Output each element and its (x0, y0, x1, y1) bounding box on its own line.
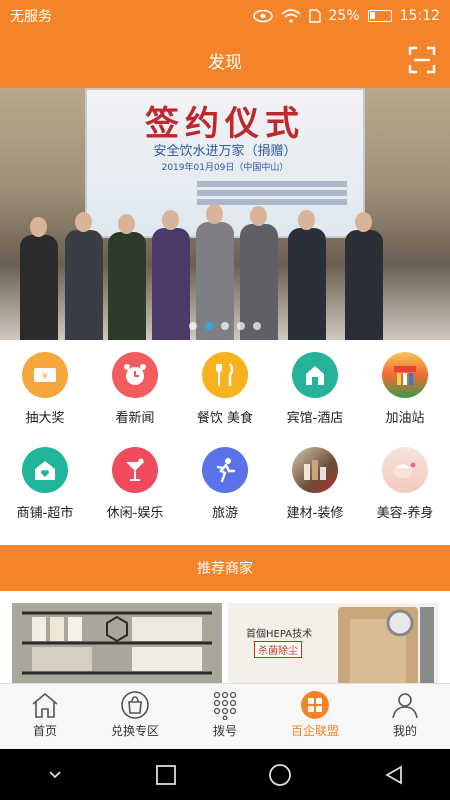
merchant-shelf-photo (12, 603, 222, 683)
banner-sponsor-lines (197, 178, 347, 208)
merchant-card[interactable] (12, 603, 222, 683)
home-circle-icon[interactable] (267, 762, 293, 788)
category-building-materials[interactable]: 建材-装修 (270, 443, 360, 538)
category-label: 抽大奖 (25, 411, 65, 426)
tab-label: 我的 (392, 724, 417, 738)
category-travel[interactable]: 旅游 (180, 443, 270, 538)
clock: 15:12 (399, 8, 440, 24)
tab-mine[interactable]: 我的 (360, 684, 450, 749)
tab-alliance[interactable]: 百企联盟 (270, 684, 360, 749)
merchant-list: 首個HEPA技术 杀菌除尘 (0, 591, 450, 683)
category-label: 餐饮 美食 (196, 411, 254, 426)
building-materials-photo-icon (292, 447, 338, 493)
spa-face-photo-icon (382, 447, 428, 493)
banner-people-photo (0, 204, 450, 340)
tab-label: 拨号 (212, 724, 237, 738)
wifi-icon (280, 9, 301, 23)
scan-icon[interactable] (408, 46, 436, 74)
category-lottery[interactable]: ¥ 抽大奖 (0, 348, 90, 443)
category-label: 宾馆-酒店 (286, 411, 344, 426)
merchant-tag: 杀菌除尘 (254, 641, 302, 658)
banner-carousel[interactable]: 签约仪式 安全饮水进万家（捐赠） 2019年01月09日（中国中山） (0, 88, 450, 340)
banner-date: 2019年01月09日（中国中山） (161, 163, 289, 173)
sim-card-icon (308, 9, 321, 23)
category-shop[interactable]: 商铺-超市 (0, 443, 90, 538)
category-gas-station[interactable]: 加油站 (360, 348, 450, 443)
category-hotel[interactable]: 宾馆-酒店 (270, 348, 360, 443)
carousel-dot[interactable] (221, 322, 229, 330)
tab-dial[interactable]: 拨号 (180, 684, 270, 749)
back-triangle-icon[interactable] (383, 764, 405, 786)
banner-subtitle: 安全饮水进万家（捐赠） (153, 144, 297, 159)
profile-icon (392, 693, 418, 719)
category-label: 建材-装修 (286, 506, 344, 521)
category-label: 美容-养身 (376, 506, 434, 521)
chevron-down-icon[interactable] (45, 768, 65, 782)
banner-title: 签约仪式 (145, 104, 305, 144)
gas-station-photo-icon (382, 352, 428, 398)
merchant-product-text: 首個HEPA技术 (246, 629, 313, 640)
category-news[interactable]: 看新闻 (90, 348, 180, 443)
svg-text:¥: ¥ (42, 372, 48, 382)
category-label: 商铺-超市 (16, 506, 74, 521)
category-label: 看新闻 (115, 411, 155, 426)
dialpad-icon (213, 691, 237, 720)
category-label: 旅游 (211, 506, 238, 521)
page-title: 发现 (208, 52, 242, 73)
fork-knife-icon (202, 352, 248, 398)
category-food[interactable]: 餐饮 美食 (180, 348, 270, 443)
bottom-tab-bar: 首页 兑换专区 拨号 百企联盟 我的 (0, 683, 450, 749)
exchange-bag-icon (121, 691, 149, 719)
system-navigation-bar (0, 749, 450, 800)
section-title: 推荐商家 (197, 561, 253, 577)
tab-label: 百企联盟 (290, 724, 339, 738)
category-label: 加油站 (385, 411, 425, 426)
carousel-dot[interactable] (189, 322, 197, 330)
merchant-card[interactable]: 首個HEPA技术 杀菌除尘 (228, 603, 438, 683)
tab-home[interactable]: 首页 (0, 684, 90, 749)
tab-exchange[interactable]: 兑换专区 (90, 684, 180, 749)
carousel-dot[interactable] (253, 322, 261, 330)
carousel-dot[interactable] (237, 322, 245, 330)
air-purifier-photo (338, 607, 434, 683)
eye-icon (252, 9, 273, 23)
category-grid: ¥ 抽大奖 看新闻 餐饮 美食 宾馆-酒店 加油站 商铺-超市 休闲-娱乐 旅游… (0, 340, 450, 540)
home-icon (32, 692, 58, 718)
recommended-merchants-header: 推荐商家 (0, 545, 450, 591)
cocktail-icon (112, 447, 158, 493)
category-label: 休闲-娱乐 (106, 506, 164, 521)
store-house-icon (22, 447, 68, 493)
alarm-clock-icon (112, 352, 158, 398)
category-beauty[interactable]: 美容-养身 (360, 443, 450, 538)
carousel-indicator (0, 322, 450, 330)
carrier-label: 无服务 (10, 9, 52, 25)
status-bar: 无服务 25% 15:12 (0, 0, 450, 32)
tab-label: 首页 (32, 724, 57, 738)
runner-icon (202, 447, 248, 493)
battery-icon (367, 10, 392, 22)
battery-percent: 25% (328, 8, 360, 24)
ticket-icon: ¥ (22, 352, 68, 398)
hotel-building-icon (292, 352, 338, 398)
category-leisure[interactable]: 休闲-娱乐 (90, 443, 180, 538)
status-icons: 25% 15:12 (252, 8, 440, 24)
recents-square-icon[interactable] (155, 764, 177, 786)
tab-label: 兑换专区 (110, 724, 159, 738)
alliance-grid-icon (301, 691, 329, 719)
header: 发现 (0, 32, 450, 88)
carousel-dot-active[interactable] (205, 322, 213, 330)
